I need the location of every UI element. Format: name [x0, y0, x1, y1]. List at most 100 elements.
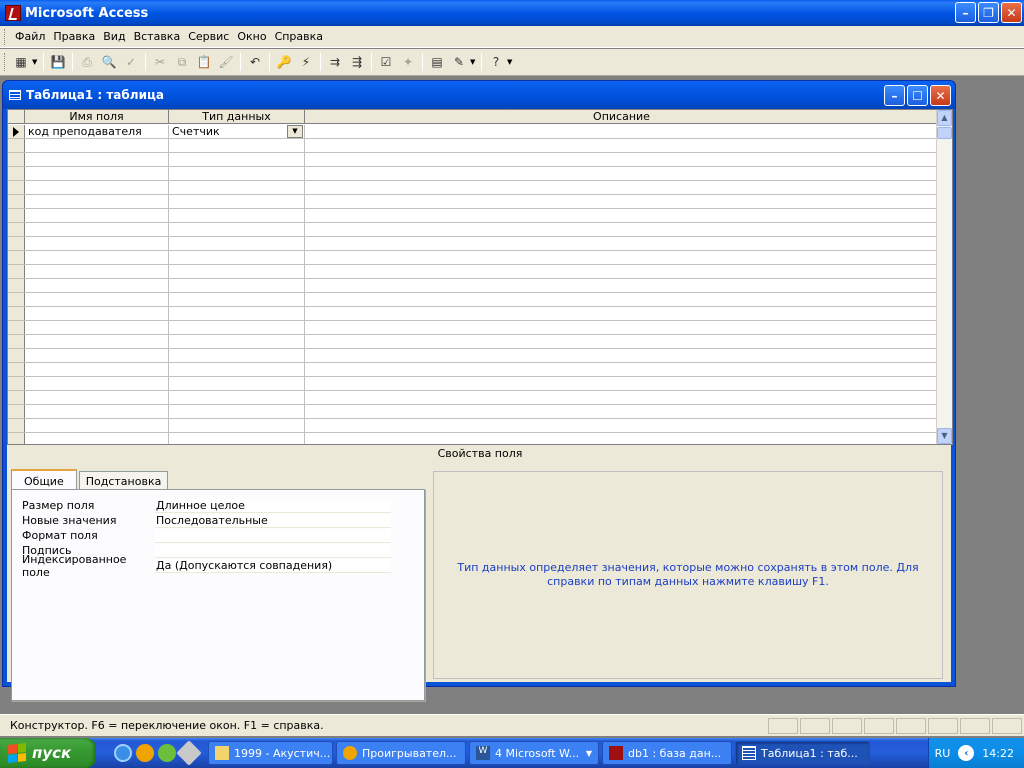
cell-description[interactable]: [305, 307, 938, 320]
cell-field-name[interactable]: [25, 181, 169, 194]
cell-data-type[interactable]: [169, 405, 305, 418]
cell-description[interactable]: [305, 195, 938, 208]
row-selector[interactable]: [8, 293, 25, 306]
save-icon[interactable]: 💾: [47, 51, 69, 73]
table-row[interactable]: код преподавателя Счетчик ▼: [8, 125, 938, 139]
row-selector[interactable]: [8, 181, 25, 194]
row-selector[interactable]: [8, 307, 25, 320]
access-app-icon[interactable]: [5, 5, 21, 21]
cell-field-name[interactable]: [25, 265, 169, 278]
cell-description[interactable]: [305, 293, 938, 306]
menu-help[interactable]: Справка: [271, 28, 327, 45]
table-row[interactable]: [8, 237, 938, 251]
undo-icon[interactable]: ↶: [244, 51, 266, 73]
menu-edit[interactable]: Правка: [49, 28, 99, 45]
table-row[interactable]: [8, 223, 938, 237]
show-desktop-icon[interactable]: [176, 740, 202, 766]
cell-description[interactable]: [305, 139, 938, 152]
print-preview-icon[interactable]: 🔍: [98, 51, 120, 73]
cell-data-type[interactable]: Счетчик ▼: [169, 125, 305, 138]
toolbar-grip[interactable]: [4, 53, 7, 71]
table-row[interactable]: [8, 279, 938, 293]
cell-field-name[interactable]: [25, 307, 169, 320]
cell-field-name[interactable]: код преподавателя: [25, 125, 169, 138]
table-row[interactable]: [8, 139, 938, 153]
table-row[interactable]: [8, 181, 938, 195]
table-row[interactable]: [8, 377, 938, 391]
row-selector[interactable]: [8, 153, 25, 166]
help-icon[interactable]: ?: [485, 51, 507, 73]
row-selector[interactable]: [8, 125, 25, 138]
row-selector[interactable]: [8, 405, 25, 418]
cell-field-name[interactable]: [25, 363, 169, 376]
menu-grip[interactable]: [4, 28, 7, 45]
taskbar-item-table1[interactable]: Таблица1 : таб...: [735, 741, 870, 765]
outlook-express-icon[interactable]: [158, 744, 176, 762]
prop-value-format[interactable]: [155, 528, 391, 543]
cell-data-type[interactable]: [169, 223, 305, 236]
taskbar-item-db1[interactable]: db1 : база дан...: [602, 741, 732, 765]
media-player-icon[interactable]: [136, 744, 154, 762]
child-close-button[interactable]: ✕: [930, 85, 951, 106]
insert-rows-icon[interactable]: ⇉: [324, 51, 346, 73]
cell-description[interactable]: [305, 391, 938, 404]
help-dropdown-icon[interactable]: ▼: [507, 58, 515, 66]
child-maximize-button[interactable]: ☐: [907, 85, 928, 106]
child-minimize-button[interactable]: –: [884, 85, 905, 106]
start-button[interactable]: пуск: [0, 738, 96, 768]
table-row[interactable]: [8, 251, 938, 265]
cell-description[interactable]: [305, 223, 938, 236]
cell-data-type[interactable]: [169, 195, 305, 208]
print-icon[interactable]: ⎙: [76, 51, 98, 73]
cell-description[interactable]: [305, 237, 938, 250]
cell-data-type[interactable]: [169, 419, 305, 432]
view-icon[interactable]: ▦: [10, 51, 32, 73]
cell-description[interactable]: [305, 405, 938, 418]
cell-field-name[interactable]: [25, 139, 169, 152]
cell-description[interactable]: [305, 363, 938, 376]
menu-file[interactable]: Файл: [11, 28, 49, 45]
cell-description[interactable]: [305, 377, 938, 390]
table-row[interactable]: [8, 433, 938, 444]
row-selector[interactable]: [8, 195, 25, 208]
prop-value-field-size[interactable]: Длинное целое: [155, 498, 391, 513]
cell-data-type[interactable]: [169, 167, 305, 180]
menu-window[interactable]: Окно: [233, 28, 270, 45]
prop-value-caption[interactable]: [155, 543, 391, 558]
child-title-bar[interactable]: Таблица1 : таблица – ☐ ✕: [3, 81, 955, 109]
table-row[interactable]: [8, 153, 938, 167]
cell-data-type[interactable]: [169, 139, 305, 152]
cell-description[interactable]: [305, 167, 938, 180]
database-window-icon[interactable]: ▤: [426, 51, 448, 73]
row-selector[interactable]: [8, 237, 25, 250]
cell-data-type[interactable]: [169, 209, 305, 222]
cell-field-name[interactable]: [25, 223, 169, 236]
prop-value-indexed[interactable]: Да (Допускаются совпадения): [155, 558, 391, 573]
format-painter-icon[interactable]: 🖌: [215, 51, 237, 73]
row-selector[interactable]: [8, 209, 25, 222]
header-field-name[interactable]: Имя поля: [25, 110, 169, 123]
cell-data-type[interactable]: [169, 391, 305, 404]
cell-description[interactable]: [305, 181, 938, 194]
menu-insert[interactable]: Вставка: [130, 28, 185, 45]
table-row[interactable]: [8, 363, 938, 377]
header-data-type[interactable]: Тип данных: [169, 110, 305, 123]
table-row[interactable]: [8, 335, 938, 349]
table-row[interactable]: [8, 321, 938, 335]
cell-field-name[interactable]: [25, 153, 169, 166]
cell-description[interactable]: [305, 125, 938, 138]
properties-icon[interactable]: ☑: [375, 51, 397, 73]
copy-icon[interactable]: ⧉: [171, 51, 193, 73]
row-selector[interactable]: [8, 279, 25, 292]
menu-view[interactable]: Вид: [99, 28, 129, 45]
cell-data-type[interactable]: [169, 377, 305, 390]
cell-data-type[interactable]: [169, 251, 305, 264]
cell-description[interactable]: [305, 265, 938, 278]
delete-rows-icon[interactable]: ⇶: [346, 51, 368, 73]
cell-field-name[interactable]: [25, 167, 169, 180]
scroll-down-icon[interactable]: ▼: [937, 428, 952, 444]
row-selector[interactable]: [8, 391, 25, 404]
table-row[interactable]: [8, 349, 938, 363]
table-row[interactable]: [8, 167, 938, 181]
cell-field-name[interactable]: [25, 335, 169, 348]
